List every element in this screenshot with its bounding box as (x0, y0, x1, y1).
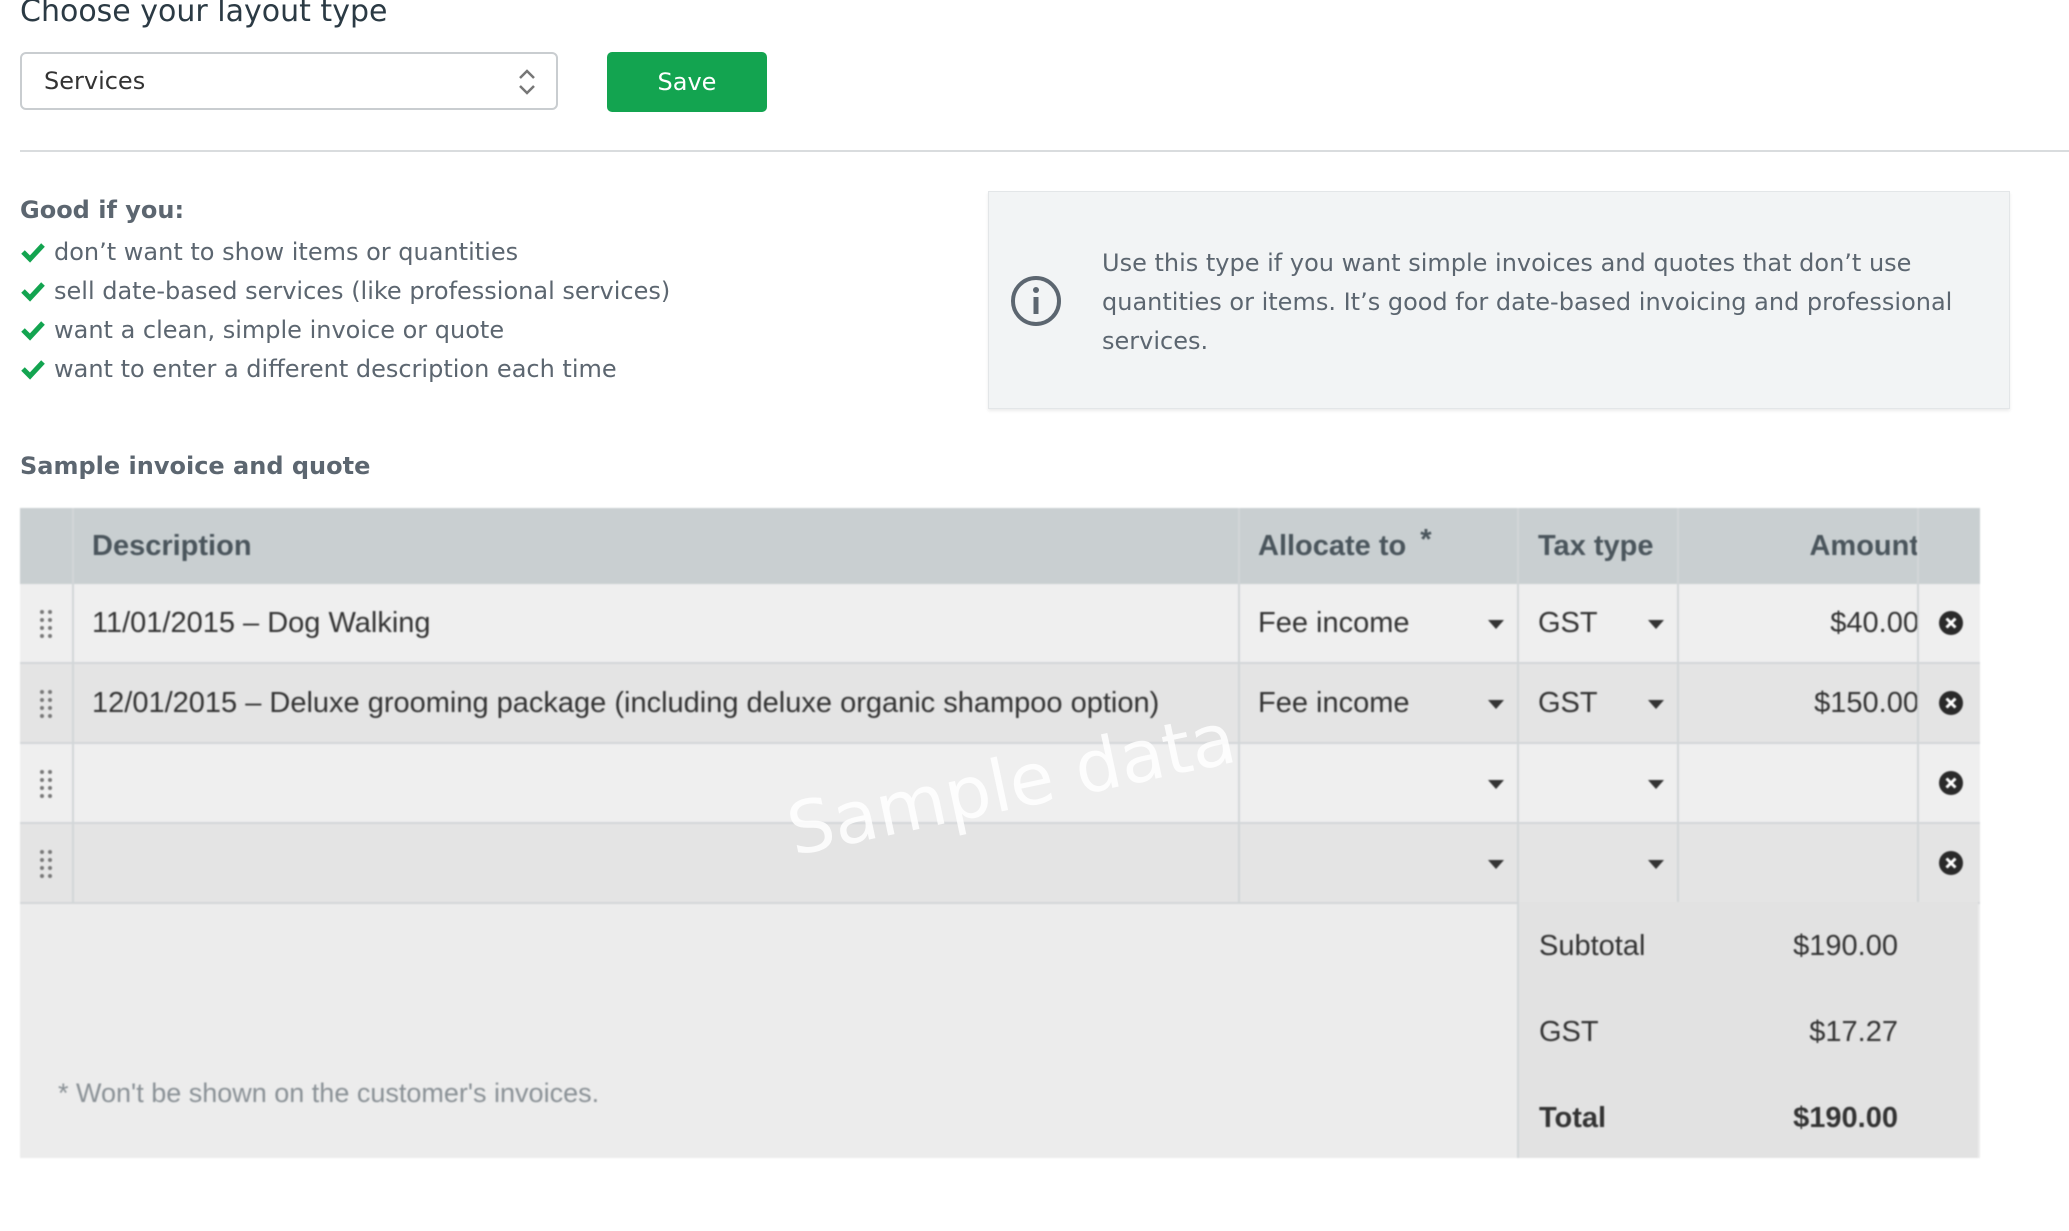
layout-type-select-value: Services (44, 67, 146, 95)
total-value: $190.00 (1793, 1102, 1898, 1134)
dropdown-arrow-icon[interactable] (1488, 620, 1504, 629)
row-divider (20, 662, 1980, 664)
dropdown-arrow-icon[interactable] (1648, 780, 1664, 789)
table-row (20, 824, 1980, 902)
page-title: Choose your layout type (20, 0, 388, 29)
save-button[interactable]: Save (607, 52, 767, 112)
subtotal-value: $190.00 (1793, 930, 1898, 962)
sample-heading: Sample invoice and quote (20, 452, 371, 480)
row-tax-type[interactable]: GST (1538, 584, 1598, 662)
delete-row-icon[interactable] (1938, 770, 1964, 796)
check-icon (21, 320, 45, 341)
check-icon (21, 281, 45, 302)
info-panel: Use this type if you want simple invoice… (988, 191, 2010, 409)
row-allocate[interactable]: Fee income (1258, 664, 1410, 742)
check-icon (21, 359, 45, 380)
dropdown-arrow-icon[interactable] (1648, 860, 1664, 869)
good-if-item-text: want a clean, simple invoice or quote (54, 315, 505, 344)
good-if-heading: Good if you: (20, 196, 185, 224)
gst-label: GST (1539, 1016, 1599, 1048)
row-tax-type[interactable]: GST (1538, 664, 1598, 742)
column-divider (1677, 508, 1679, 902)
row-allocate[interactable]: Fee income (1258, 584, 1410, 662)
delete-row-icon[interactable] (1938, 610, 1964, 636)
totals-panel: Subtotal $190.00 GST $17.27 Total $190.0… (1519, 902, 1978, 1158)
sample-invoice: Description Allocate to * Tax type Amoun… (20, 508, 1980, 1158)
column-allocate-label: Allocate to (1258, 529, 1407, 562)
dropdown-arrow-icon[interactable] (1648, 700, 1664, 709)
drag-handle-icon[interactable] (38, 848, 54, 880)
good-if-list: don’t want to show items or quantities s… (20, 232, 670, 388)
column-tax-type: Tax type (1538, 529, 1654, 562)
table-row: 11/01/2015 – Dog Walking Fee income GST … (20, 584, 1980, 662)
row-description[interactable]: 12/01/2015 – Deluxe grooming package (in… (92, 664, 1159, 742)
row-amount[interactable] (1699, 744, 1919, 822)
gst-value: $17.27 (1809, 1016, 1898, 1048)
dropdown-arrow-icon[interactable] (1488, 860, 1504, 869)
good-if-item-text: want to enter a different description ea… (54, 354, 617, 383)
column-divider (1238, 508, 1240, 902)
column-allocate-to: Allocate to * (1258, 508, 1432, 584)
invoice-header (20, 508, 1980, 584)
dropdown-arrow-icon[interactable] (1488, 780, 1504, 789)
total-label: Total (1539, 1102, 1607, 1134)
good-if-item: sell date-based services (like professio… (20, 271, 670, 310)
column-description: Description (92, 529, 252, 562)
row-amount[interactable] (1699, 824, 1919, 902)
good-if-item-text: don’t want to show items or quantities (54, 237, 519, 266)
row-description[interactable]: 11/01/2015 – Dog Walking (92, 584, 431, 662)
row-amount[interactable]: $40.00 (1699, 584, 1919, 662)
row-amount[interactable]: $150.00 (1699, 664, 1919, 742)
row-divider (20, 742, 1980, 744)
column-allocate-asterisk: * (1420, 523, 1432, 556)
good-if-item-text: sell date-based services (like professio… (54, 276, 671, 305)
table-row (20, 744, 1980, 822)
drag-handle-icon[interactable] (38, 608, 54, 640)
column-amount: Amount (1809, 529, 1919, 562)
column-divider (72, 508, 74, 902)
footnote: * Won't be shown on the customer's invoi… (58, 1078, 600, 1108)
dropdown-arrow-icon[interactable] (1488, 700, 1504, 709)
column-divider (1917, 508, 1919, 902)
layout-type-select[interactable]: Services (20, 52, 558, 110)
section-divider (20, 150, 2069, 152)
drag-handle-icon[interactable] (38, 688, 54, 720)
info-icon (1011, 276, 1061, 326)
good-if-item: want to enter a different description ea… (20, 349, 670, 388)
delete-row-icon[interactable] (1938, 850, 1964, 876)
good-if-item: want a clean, simple invoice or quote (20, 310, 670, 349)
check-icon (21, 242, 45, 263)
good-if-item: don’t want to show items or quantities (20, 232, 670, 271)
drag-handle-icon[interactable] (38, 768, 54, 800)
subtotal-label: Subtotal (1539, 930, 1646, 962)
select-arrows-icon (519, 69, 535, 95)
table-row: 12/01/2015 – Deluxe grooming package (in… (20, 664, 1980, 742)
delete-row-icon[interactable] (1938, 690, 1964, 716)
row-divider (20, 822, 1980, 824)
info-text: Use this type if you want simple invoice… (1102, 249, 1953, 355)
dropdown-arrow-icon[interactable] (1648, 620, 1664, 629)
